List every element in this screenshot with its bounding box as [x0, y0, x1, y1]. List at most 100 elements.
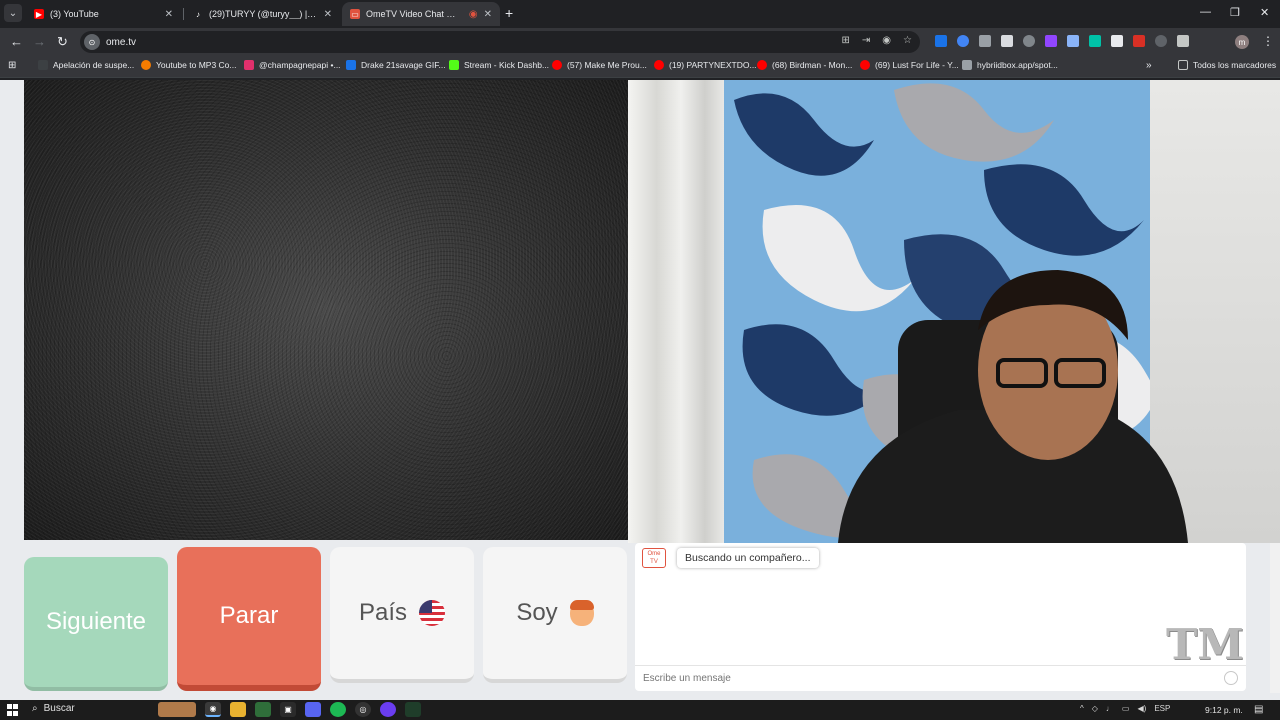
extension-icon[interactable] — [1111, 35, 1123, 47]
youtube-icon: ▶ — [34, 9, 44, 19]
microphone-icon[interactable]: ♩ — [1106, 704, 1114, 713]
apps-grid-icon[interactable]: ⊞ — [8, 60, 16, 71]
country-selector-button[interactable]: País — [330, 547, 474, 683]
twitch-icon[interactable] — [1045, 35, 1057, 47]
bookmark-item[interactable]: (68) Birdman - Mon... — [757, 60, 852, 70]
bookmark-item[interactable]: Drake 21savage GIF... — [346, 60, 446, 70]
extension-icon[interactable] — [1023, 35, 1035, 47]
profile-avatar[interactable]: m — [1235, 35, 1249, 49]
chat-status-message: Buscando un compañero... — [677, 548, 819, 568]
volume-icon[interactable]: ◀) — [1137, 704, 1146, 713]
terminal-icon[interactable] — [405, 702, 421, 717]
new-tab-button[interactable]: + — [505, 5, 513, 21]
page-scrollbar[interactable] — [1270, 543, 1280, 693]
taskbar-search[interactable]: ⌕ Buscar — [32, 703, 75, 714]
bookmark-label: Todos los marcadores — [1193, 60, 1277, 70]
discord-icon[interactable] — [305, 702, 321, 717]
bookmark-item[interactable]: Youtube to MP3 Co... — [141, 60, 237, 70]
tab-tiktok[interactable]: ♪ (29)TURYY (@turyy__) | TikTok ✕ — [185, 2, 340, 26]
bookmark-favicon-icon — [141, 60, 151, 70]
search-icon: ⌕ — [32, 703, 38, 714]
file-explorer-icon[interactable] — [230, 702, 246, 717]
notifications-icon[interactable]: ▤ — [1254, 704, 1263, 715]
instagram-icon — [244, 60, 254, 70]
tab-close-icon[interactable]: ✕ — [324, 9, 332, 20]
tab-title: (3) YouTube — [50, 9, 99, 19]
bookmark-item[interactable]: hybriidbox.app/spot... — [962, 60, 1058, 70]
extension-icon[interactable] — [1067, 35, 1079, 47]
bookmark-star-icon[interactable]: ☆ — [903, 35, 912, 46]
bookmark-label: Stream - Kick Dashb... — [464, 60, 550, 70]
recording-icon: ◉ — [468, 8, 478, 20]
gender-label: Soy — [516, 599, 558, 626]
site-info-icon[interactable]: ⊙ — [84, 34, 100, 50]
app-icon[interactable] — [380, 702, 396, 717]
bookmark-favicon-icon — [38, 60, 48, 70]
gif-icon — [346, 60, 356, 70]
tab-search-chevron-icon[interactable]: ⌄ — [4, 4, 22, 22]
tab-title: OmeTV Video Chat — Ome — [366, 9, 463, 19]
back-icon[interactable]: ← — [10, 34, 23, 49]
chrome-icon[interactable]: ◉ — [205, 702, 221, 717]
forward-icon[interactable]: → — [33, 34, 46, 49]
address-bar[interactable]: ⊙ ome.tv ⊞ ⇥ ◉ ☆ — [80, 31, 920, 53]
store-icon[interactable] — [255, 702, 271, 717]
extension-icon[interactable] — [1089, 35, 1101, 47]
folder-icon — [1178, 60, 1188, 70]
app-icon[interactable]: ▣ — [280, 702, 296, 717]
weather-widget-icon[interactable] — [158, 702, 196, 717]
emoji-picker-icon[interactable] — [1224, 671, 1238, 685]
bookmark-item[interactable]: (19) PARTYNEXTDO... — [654, 60, 757, 70]
close-window-icon[interactable]: ✕ — [1260, 6, 1269, 19]
extension-icon[interactable] — [935, 35, 947, 47]
network-icon[interactable]: ▭ — [1122, 704, 1130, 713]
bookmark-label: Drake 21savage GIF... — [361, 60, 446, 70]
tray-chevron-icon[interactable]: ^ — [1080, 704, 1084, 713]
translate-icon[interactable]: ⊞ — [842, 35, 850, 46]
tab-close-icon[interactable]: ✕ — [484, 9, 492, 20]
bookmark-item[interactable]: (57) Make Me Prou... — [552, 60, 647, 70]
tab-youtube[interactable]: ▶ (3) YouTube ✕ — [26, 2, 181, 26]
url-text[interactable]: ome.tv — [106, 37, 136, 48]
bookmark-item[interactable]: Stream - Kick Dashb... — [449, 60, 549, 70]
more-bookmarks-chevron-icon[interactable]: » — [1146, 60, 1152, 71]
next-button[interactable]: Siguiente — [24, 557, 168, 691]
spotify-icon[interactable] — [330, 702, 346, 717]
bookmark-item[interactable]: Apelación de suspe... — [38, 60, 134, 70]
taskbar-clock[interactable]: 9:12 p. m. — [1205, 705, 1243, 715]
windows-start-icon[interactable] — [7, 704, 19, 716]
extension-icon[interactable] — [957, 35, 969, 47]
gender-selector-button[interactable]: Soy — [483, 547, 627, 683]
reload-icon[interactable]: ↻ — [57, 34, 68, 50]
bookmark-label: hybriidbox.app/spot... — [977, 60, 1058, 70]
video-noise — [24, 80, 628, 540]
bookmark-label: (68) Birdman - Mon... — [772, 60, 853, 70]
partner-video-static — [24, 80, 628, 540]
chat-message-input[interactable] — [635, 665, 1246, 691]
bookmark-label: (57) Make Me Prou... — [567, 60, 647, 70]
all-bookmarks-folder[interactable]: Todos los marcadores — [1178, 60, 1276, 70]
language-indicator[interactable]: ESP — [1154, 704, 1170, 713]
tab-ometv[interactable]: ▭ OmeTV Video Chat — Ome ◉ ✕ — [342, 2, 500, 26]
tray-app-icon[interactable]: ◇ — [1092, 704, 1098, 713]
extension-icon[interactable] — [979, 35, 991, 47]
extension-icon[interactable] — [1133, 35, 1145, 47]
eye-icon[interactable]: ◉ — [882, 35, 891, 46]
extensions-puzzle-icon[interactable] — [1177, 35, 1189, 47]
restore-icon[interactable]: ❐ — [1230, 6, 1240, 19]
minimize-icon[interactable]: — — [1200, 6, 1211, 18]
obs-icon[interactable]: ◎ — [355, 702, 371, 717]
bookmark-item[interactable]: (69) Lust For Life - Y... — [860, 60, 959, 70]
browser-menu-icon[interactable]: ⋮ — [1262, 34, 1274, 48]
youtube-icon — [860, 60, 870, 70]
stop-button[interactable]: Parar — [177, 547, 321, 691]
ometv-page: Siguiente Parar País Soy Ome TV Buscando… — [0, 80, 1280, 700]
extension-icon[interactable] — [1001, 35, 1013, 47]
youtube-icon — [654, 60, 664, 70]
extension-icon[interactable] — [1155, 35, 1167, 47]
bookmark-label: Apelación de suspe... — [53, 60, 135, 70]
bookmark-item[interactable]: @champagnepapi •... — [244, 60, 341, 70]
tab-close-icon[interactable]: ✕ — [165, 9, 173, 20]
kick-icon — [449, 60, 459, 70]
cast-icon[interactable]: ⇥ — [862, 35, 870, 46]
